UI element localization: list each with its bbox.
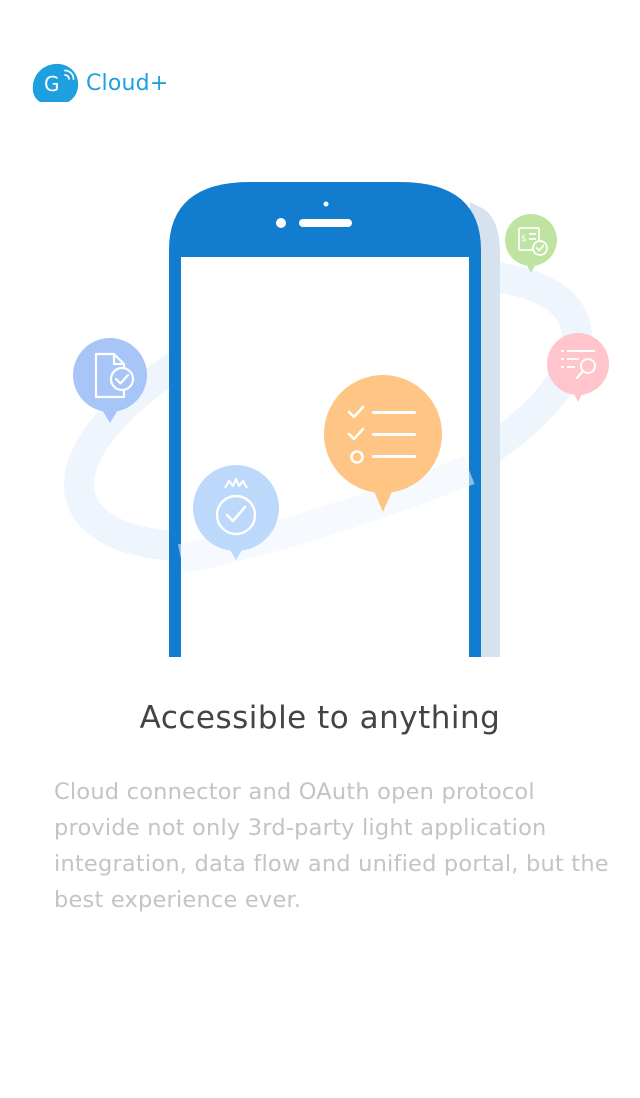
svg-text:G: G <box>44 72 60 96</box>
invoice-check-icon: $ <box>505 214 557 273</box>
cloud-g-logo-icon: G <box>32 63 79 102</box>
svg-text:$: $ <box>521 234 527 244</box>
page-title: Accessible to anything <box>139 700 501 736</box>
brand-name: Cloud+ <box>86 70 169 96</box>
feature-description: Cloud connector and OAuth open protocol … <box>54 779 609 913</box>
brand-logo: G Cloud+ <box>32 62 168 104</box>
hero-illustration: $ <box>0 170 640 660</box>
